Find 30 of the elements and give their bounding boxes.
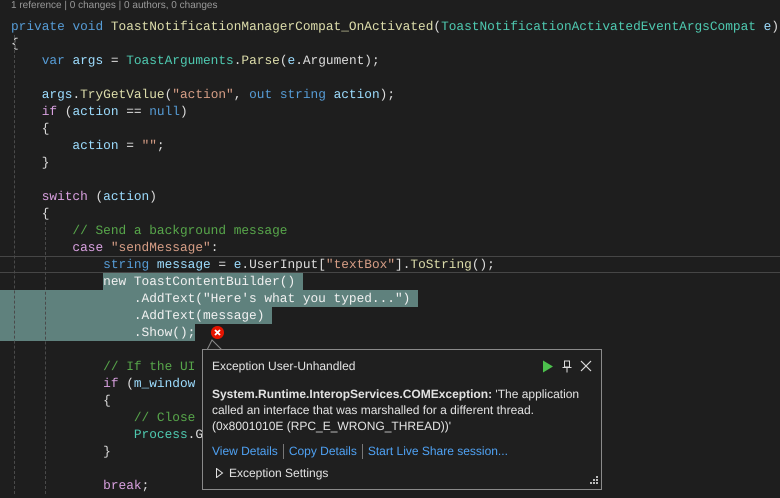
details-link[interactable]: Start Live Share session... bbox=[362, 444, 513, 459]
code-line: // Close bbox=[132, 409, 196, 426]
code-line: var args = ToastArguments.Parse(e.Argument); bbox=[40, 52, 380, 69]
code-line: private void ToastNotificationManagerCompat_OnActivated(ToastNotificationActivatedEventArgsCompat e) bbox=[11, 18, 779, 35]
popup-title: Exception User-Unhandled bbox=[212, 359, 356, 373]
code-lens[interactable]: 1 reference | 0 changes | 0 authors, 0 changes bbox=[11, 0, 218, 12]
code-line: // If the UI bbox=[102, 358, 196, 375]
code-line: { bbox=[40, 120, 50, 137]
code-line: { bbox=[40, 205, 50, 222]
code-line: action = ""; bbox=[71, 137, 165, 154]
code-line: break; bbox=[102, 477, 150, 494]
code-line: if (m_window bbox=[102, 375, 196, 392]
exception-message: System.Runtime.InteropServices.COMException: 'The application called an interface that was marshalled for a different thread. (0x8001010E (RPC_E_WRONG_THREAD))' bbox=[212, 386, 580, 434]
details-link[interactable]: Copy Details bbox=[282, 444, 362, 459]
close-button[interactable] bbox=[580, 360, 592, 372]
resize-grip-icon[interactable] bbox=[588, 476, 598, 486]
exception-settings-expander[interactable]: Exception Settings bbox=[212, 466, 328, 480]
code-line: case "sendMessage": bbox=[71, 239, 218, 256]
error-icon[interactable] bbox=[211, 326, 224, 339]
details-link[interactable]: View Details bbox=[212, 444, 283, 459]
code-line: } bbox=[40, 154, 50, 171]
code-line: // Send a background message bbox=[71, 222, 288, 239]
code-line: } bbox=[102, 443, 111, 460]
code-line: string message = e.UserInput["textBox"].ToString(); bbox=[0, 256, 780, 273]
code-line: if (action == null) bbox=[40, 103, 188, 120]
pin-button[interactable] bbox=[562, 360, 572, 372]
continue-button[interactable] bbox=[542, 360, 554, 372]
code-line: switch (action) bbox=[40, 188, 157, 205]
code-line: { bbox=[102, 392, 111, 409]
code-line: args.TryGetValue("action", out string action); bbox=[40, 86, 396, 103]
